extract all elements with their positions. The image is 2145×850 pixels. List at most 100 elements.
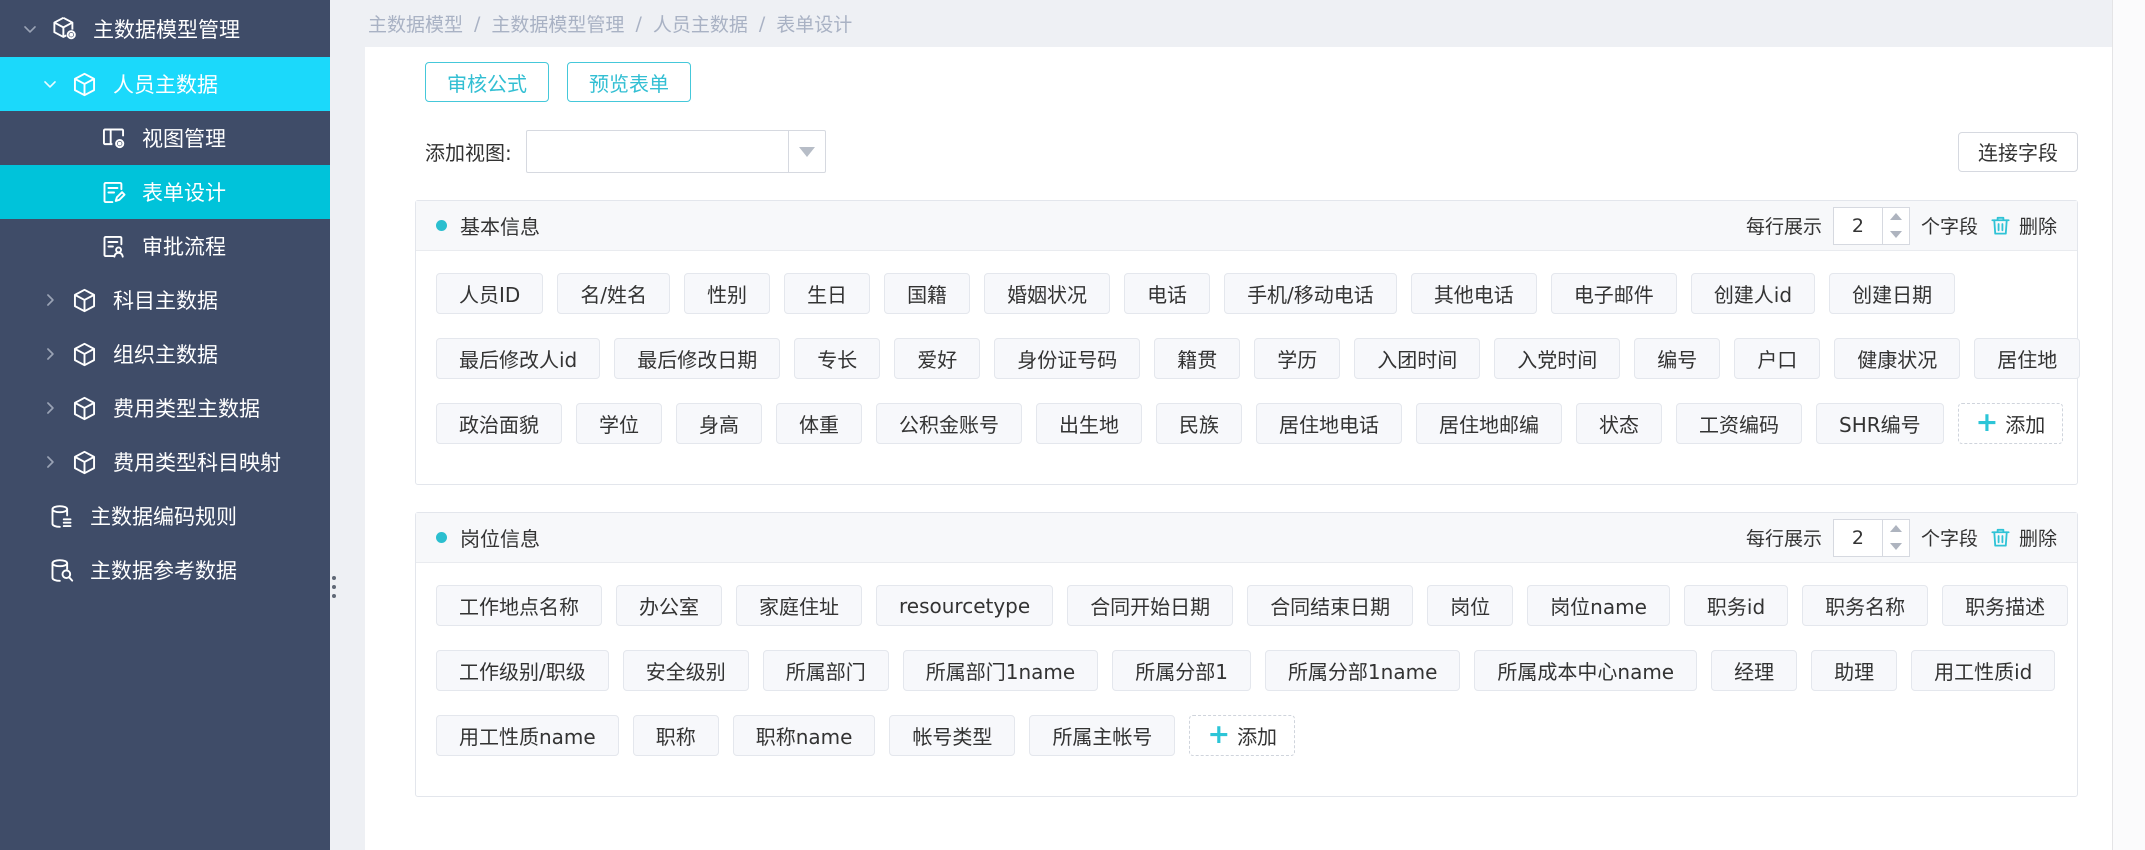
field-chip[interactable]: 工作地点名称 [436,585,602,626]
field-chip[interactable]: 办公室 [616,585,722,626]
field-chip[interactable]: 工作级别/职级 [436,650,609,691]
field-chip[interactable]: 职务名称 [1802,585,1928,626]
delete-section-button[interactable]: 删除 [1989,524,2057,551]
field-chip[interactable]: 所属成本中心name [1474,650,1697,691]
field-chip[interactable]: 婚姻状况 [984,273,1110,314]
field-chip[interactable]: 籍贯 [1154,338,1240,379]
field-chip[interactable]: 学位 [576,403,662,444]
field-chip[interactable]: 职称name [733,715,876,756]
field-chip[interactable]: 家庭住址 [736,585,862,626]
field-chip[interactable]: resourcetype [876,585,1053,626]
per-row-count-input[interactable]: 2 [1833,519,1910,557]
sidebar-item-master-data-coding-rules[interactable]: 主数据编码规则 [0,489,330,543]
per-row-count-input[interactable]: 2 [1833,207,1910,245]
field-chip[interactable]: 所属分部1 [1112,650,1251,691]
sidebar-item-subject-master-data[interactable]: 科目主数据 [0,273,330,327]
sidebar-item-personnel-master-data[interactable]: 人员主数据 [0,57,330,111]
field-chip[interactable]: 体重 [776,403,862,444]
field-chip[interactable]: 助理 [1811,650,1897,691]
chevron-down-icon[interactable] [20,19,40,39]
field-chip[interactable]: 其他电话 [1411,273,1537,314]
connect-fields-button[interactable]: 连接字段 [1958,132,2078,172]
field-chip[interactable]: 最后修改人id [436,338,600,379]
field-chip[interactable]: 职称 [633,715,719,756]
field-chip[interactable]: 岗位 [1427,585,1513,626]
audit-formula-button[interactable]: 审核公式 [425,62,549,102]
field-chip[interactable]: 合同结束日期 [1247,585,1413,626]
field-chip[interactable]: 国籍 [884,273,970,314]
field-chip[interactable]: 安全级别 [623,650,749,691]
breadcrumb-item[interactable]: 表单设计 [776,10,852,37]
field-chip[interactable]: 用工性质id [1911,650,2055,691]
increment-button[interactable] [1883,208,1909,226]
chevron-right-icon[interactable] [40,290,60,310]
chevron-down-icon[interactable] [40,74,60,94]
field-chip[interactable]: 爱好 [894,338,980,379]
field-chip[interactable]: 职务id [1684,585,1788,626]
field-chip[interactable]: 学历 [1254,338,1340,379]
field-chip[interactable]: 居住地电话 [1256,403,1402,444]
field-chip[interactable]: 工资编码 [1676,403,1802,444]
field-chip[interactable]: 出生地 [1036,403,1142,444]
sidebar-item-organization-master-data[interactable]: 组织主数据 [0,327,330,381]
field-chip[interactable]: 创建人id [1691,273,1815,314]
sidebar-item-master-data-reference-data[interactable]: 主数据参考数据 [0,543,330,597]
field-chip[interactable]: 户口 [1734,338,1820,379]
preview-form-button[interactable]: 预览表单 [567,62,691,102]
sidebar-item-approval-process[interactable]: 审批流程 [0,219,330,273]
sidebar-item-expense-type-master-data[interactable]: 费用类型主数据 [0,381,330,435]
vertical-scrollbar[interactable] [2112,0,2145,850]
chevron-down-icon[interactable] [788,131,825,172]
decrement-button[interactable] [1883,226,1909,244]
field-chip[interactable]: 岗位name [1527,585,1670,626]
field-chip[interactable]: 电话 [1124,273,1210,314]
chevron-right-icon[interactable] [40,344,60,364]
breadcrumb-item[interactable]: 主数据模型管理 [491,10,624,37]
field-chip[interactable]: 职务描述 [1942,585,2068,626]
sidebar-item-form-design[interactable]: 表单设计 [0,165,330,219]
field-chip[interactable]: 用工性质name [436,715,619,756]
field-chip[interactable]: 身高 [676,403,762,444]
field-chip[interactable]: 状态 [1576,403,1662,444]
field-chip[interactable]: 性别 [684,273,770,314]
delete-section-button[interactable]: 删除 [1989,212,2057,239]
add-field-button[interactable]: +添加 [1189,715,1295,756]
field-chip[interactable]: 所属部门 [763,650,889,691]
field-chip[interactable]: 居住地 [1974,338,2080,379]
sidebar-item-master-data-model-management[interactable]: 主数据模型管理 [0,0,330,57]
sidebar-item-view-management[interactable]: 视图管理 [0,111,330,165]
field-chip[interactable]: 电子邮件 [1551,273,1677,314]
breadcrumb-item[interactable]: 主数据模型 [368,10,463,37]
field-chip[interactable]: SHR编号 [1816,403,1944,444]
chevron-right-icon[interactable] [40,452,60,472]
field-chip[interactable]: 所属部门1name [903,650,1098,691]
field-chip[interactable]: 政治面貌 [436,403,562,444]
field-chip[interactable]: 公积金账号 [876,403,1022,444]
field-chip[interactable]: 所属分部1name [1265,650,1460,691]
add-field-button[interactable]: +添加 [1958,403,2064,444]
field-chip[interactable]: 最后修改日期 [614,338,780,379]
field-chip[interactable]: 生日 [784,273,870,314]
field-chip[interactable]: 所属主帐号 [1029,715,1175,756]
field-chip[interactable]: 手机/移动电话 [1224,273,1397,314]
field-chip[interactable]: 合同开始日期 [1067,585,1233,626]
increment-button[interactable] [1883,520,1909,538]
field-chip[interactable]: 名/姓名 [557,273,670,314]
field-chip[interactable]: 帐号类型 [889,715,1015,756]
chevron-right-icon[interactable] [40,398,60,418]
sidebar-resize-handle[interactable] [329,576,338,598]
field-chip[interactable]: 居住地邮编 [1416,403,1562,444]
field-chip[interactable]: 创建日期 [1829,273,1955,314]
sidebar-item-expense-type-subject-mapping[interactable]: 费用类型科目映射 [0,435,330,489]
add-view-select[interactable] [526,130,826,173]
breadcrumb-item[interactable]: 人员主数据 [653,10,748,37]
field-chip[interactable]: 身份证号码 [994,338,1140,379]
field-chip[interactable]: 人员ID [436,273,543,314]
decrement-button[interactable] [1883,538,1909,556]
field-chip[interactable]: 经理 [1711,650,1797,691]
field-chip[interactable]: 入党时间 [1494,338,1620,379]
field-chip[interactable]: 入团时间 [1354,338,1480,379]
field-chip[interactable]: 民族 [1156,403,1242,444]
field-chip[interactable]: 健康状况 [1834,338,1960,379]
field-chip[interactable]: 专长 [794,338,880,379]
